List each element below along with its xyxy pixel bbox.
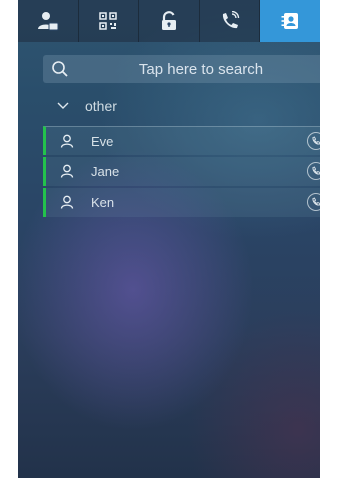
call-button[interactable]: [307, 162, 320, 180]
tab-contacts[interactable]: [260, 0, 320, 42]
chevron-down-icon: [57, 102, 69, 109]
contact-name: Eve: [91, 134, 114, 149]
call-icon: [312, 197, 320, 206]
contact-row[interactable]: Ken: [43, 188, 320, 217]
qr-code-icon: [99, 12, 118, 30]
contact-name: Ken: [91, 195, 115, 210]
search-bar[interactable]: Tap here to search: [43, 55, 320, 83]
app-screen: Tap here to search other Eve Jane Ken: [18, 0, 320, 478]
person-icon: [60, 195, 74, 209]
person-icon: [60, 164, 74, 178]
top-tab-bar: [18, 0, 320, 42]
tab-unlock[interactable]: [139, 0, 200, 42]
contact-name: Jane: [91, 164, 120, 179]
call-button[interactable]: [307, 193, 320, 211]
call-icon: [312, 166, 320, 175]
group-label: other: [85, 98, 117, 114]
tab-qr-code[interactable]: [78, 0, 140, 42]
user-settings-icon: [37, 12, 59, 31]
contacts-icon: [281, 13, 299, 29]
contact-row[interactable]: Jane: [43, 157, 320, 186]
search-placeholder: Tap here to search: [138, 61, 264, 78]
tab-call[interactable]: [199, 0, 261, 42]
call-button[interactable]: [307, 132, 320, 150]
contact-group-header[interactable]: other: [43, 92, 320, 120]
tab-user-settings[interactable]: [18, 0, 79, 42]
call-icon: [312, 136, 320, 145]
unlock-icon: [161, 11, 176, 30]
contact-row[interactable]: Eve: [43, 126, 320, 155]
person-icon: [60, 134, 74, 148]
phone-call-icon: [222, 11, 239, 29]
